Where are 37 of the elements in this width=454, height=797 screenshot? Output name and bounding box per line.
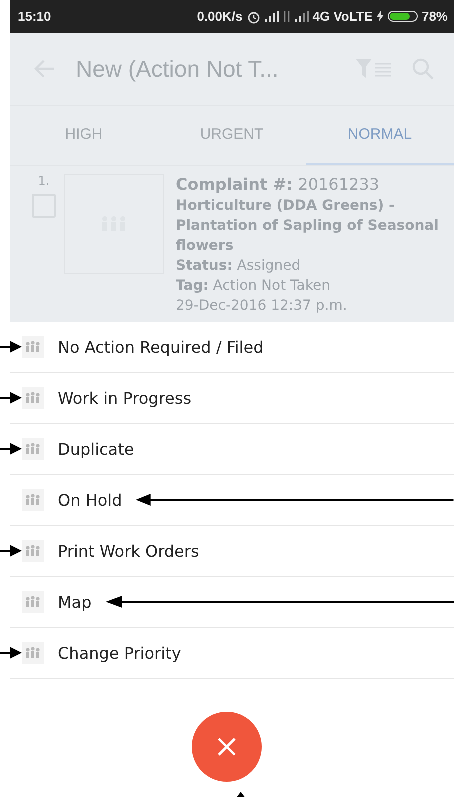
people-icon [22, 336, 44, 358]
signal-icon [264, 11, 279, 22]
battery-icon [388, 11, 418, 22]
clock-time: 15:10 [18, 9, 52, 24]
menu-item[interactable]: On Hold [58, 490, 122, 510]
people-icon [22, 489, 44, 511]
people-icon [22, 540, 44, 562]
pointer-arrow [0, 391, 22, 405]
network-type: 4G VoLTE [312, 9, 373, 24]
network-speed: 0.00K/s [197, 9, 243, 24]
menu-item[interactable]: No Action Required / Filed [58, 338, 264, 356]
alarm-icon [246, 10, 261, 24]
pointer-arrow [0, 442, 22, 456]
data-transfer-icon [282, 11, 291, 22]
signal-icon [294, 11, 309, 22]
people-icon [22, 591, 44, 613]
charging-icon [376, 11, 384, 22]
people-icon [22, 438, 44, 460]
menu-item[interactable]: Duplicate [58, 440, 134, 458]
complaint-date: 29-Dec-2016 12:37 p.m. [176, 297, 348, 316]
pointer-arrow [0, 544, 22, 558]
people-icon [22, 387, 44, 409]
battery-percent: 78% [422, 9, 448, 24]
people-icon [22, 642, 44, 664]
complaint-status: Status: Assigned [176, 257, 302, 276]
pointer-arrow [0, 646, 22, 660]
item-number: 1. [38, 174, 50, 188]
complaint-tag: Tag: Action Not Taken [176, 276, 442, 296]
close-icon [217, 737, 237, 757]
menu-item[interactable]: Change Priority [58, 644, 182, 662]
menu-item[interactable]: Work in Progress [58, 388, 192, 408]
menu-item[interactable]: Print Work Orders [58, 542, 200, 560]
menu-item[interactable]: Map [58, 592, 92, 612]
screen-title: New (Action Not T... [76, 56, 280, 82]
pointer-arrow [0, 340, 22, 354]
complaint-title: Horticulture (DDA Greens) - Plantation of Sapling of Seasonal flowers [176, 197, 440, 256]
complaint-number: Complaint #: 20161233 [176, 174, 381, 196]
